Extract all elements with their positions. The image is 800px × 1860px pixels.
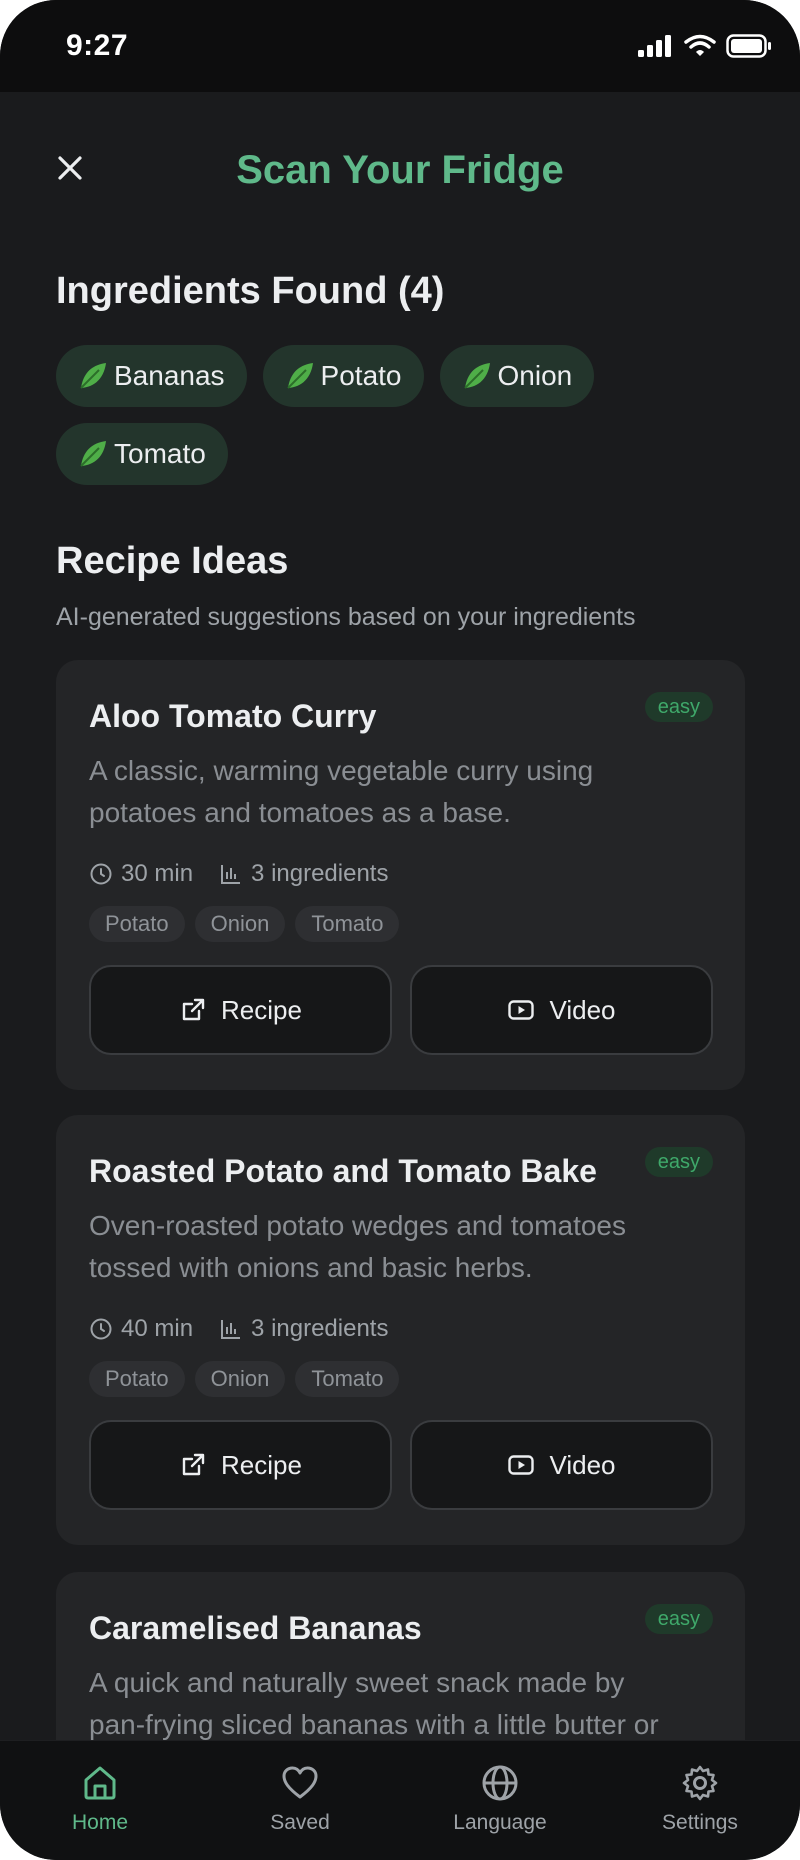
recipe-time-label: 30 min xyxy=(121,860,194,887)
recipe-tags: Potato Onion Tomato xyxy=(89,906,400,942)
recipe-link-button[interactable]: Recipe xyxy=(89,1420,392,1510)
header: Scan Your Fridge xyxy=(0,130,800,210)
recipe-meta: 40 min 3 ingredients xyxy=(89,1315,388,1343)
external-link-icon xyxy=(182,1453,205,1476)
status-bar: 9:27 xyxy=(0,0,800,92)
recipe-meta: 30 min 3 ingredients xyxy=(89,860,388,888)
recipe-time-label: 40 min xyxy=(121,1315,194,1342)
signal-icon xyxy=(638,35,671,57)
recipe-tag: Potato xyxy=(89,1361,185,1397)
bar-chart-icon xyxy=(221,865,241,884)
recipe-description-line: A classic, warming vegetable curry using xyxy=(89,755,594,786)
ingredient-chip-label: Bananas xyxy=(114,360,225,391)
home-icon xyxy=(84,1766,116,1800)
tab-settings[interactable]: Settings xyxy=(610,1763,790,1835)
recipe-description-line: potatoes and tomatoes as a base. xyxy=(89,797,511,828)
leaf-icon xyxy=(76,437,110,471)
recipe-description: Oven-roasted potato wedges and tomatoes … xyxy=(89,1205,719,1289)
page-title: Scan Your Fridge xyxy=(236,147,564,192)
status-time: 9:27 xyxy=(66,29,129,62)
recipe-card[interactable]: Aloo Tomato Curry easy A classic, warmin… xyxy=(56,660,745,1090)
tab-settings-label: Settings xyxy=(662,1811,738,1834)
recipe-card[interactable]: Roasted Potato and Tomato Bake easy Oven… xyxy=(56,1115,745,1545)
recipe-actions: Recipe Video xyxy=(89,965,713,1055)
recipe-title: Caramelised Bananas xyxy=(89,1610,422,1646)
ingredient-chip-tomato[interactable]: Tomato xyxy=(56,423,228,485)
leaf-icon xyxy=(283,359,317,393)
recipe-title: Roasted Potato and Tomato Bake xyxy=(89,1153,597,1189)
recipe-link-button[interactable]: Recipe xyxy=(89,965,392,1055)
recipe-description-line: Oven-roasted potato wedges and tomatoes xyxy=(89,1210,627,1241)
recipe-title: Aloo Tomato Curry xyxy=(89,698,377,734)
ingredient-chip-label: Potato xyxy=(320,360,402,391)
recipe-ingredient-count: 3 ingredients xyxy=(219,860,388,888)
ingredient-chips: Bananas Potato Onion Tomato xyxy=(56,345,756,485)
tab-home[interactable]: Home xyxy=(10,1763,190,1835)
video-button-label: Video xyxy=(549,1449,616,1480)
clock-icon xyxy=(90,863,112,885)
difficulty-badge: easy xyxy=(644,692,713,722)
recipe-ingredient-count-label: 3 ingredients xyxy=(251,860,389,887)
ingredient-chip-onion[interactable]: Onion xyxy=(439,345,595,407)
leaf-icon xyxy=(76,359,110,393)
recipe-tag: Potato xyxy=(89,906,185,942)
leaf-icon xyxy=(460,359,494,393)
recipe-ingredient-count-label: 3 ingredients xyxy=(251,1315,389,1342)
recipe-tag: Tomato xyxy=(295,1361,400,1397)
recipe-button-label: Recipe xyxy=(221,1449,302,1480)
recipe-tag: Onion xyxy=(194,1361,286,1397)
ingredient-chip-bananas[interactable]: Bananas xyxy=(56,345,247,407)
gear-icon xyxy=(682,1765,718,1801)
recipe-tags: Potato Onion Tomato xyxy=(89,1361,400,1397)
bar-chart-icon xyxy=(221,1320,241,1339)
recipe-description-line: A quick and naturally sweet snack made b… xyxy=(89,1667,625,1698)
tab-home-label: Home xyxy=(71,1811,129,1834)
recipe-time: 30 min xyxy=(89,860,193,888)
clock-icon xyxy=(90,1318,112,1340)
recipes-subtitle: AI-generated suggestions based on your i… xyxy=(56,603,636,631)
ingredient-chip-label: Tomato xyxy=(114,438,206,469)
video-button[interactable]: Video xyxy=(410,1420,713,1510)
ingredient-chip-potato[interactable]: Potato xyxy=(262,345,424,407)
ingredient-chip-label: Onion xyxy=(497,360,573,391)
bottom-tab-bar: Home Saved Language Settings xyxy=(0,1740,800,1860)
video-button[interactable]: Video xyxy=(410,965,713,1055)
phone-screen: 9:27 Scan Your Fridge Ingredients Found … xyxy=(0,0,800,1860)
battery-icon xyxy=(726,34,771,58)
ingredients-heading: Ingredients Found (4) xyxy=(56,270,445,312)
recipe-tag: Onion xyxy=(194,906,286,942)
close-button[interactable] xyxy=(50,148,90,188)
difficulty-badge: easy xyxy=(644,1147,713,1177)
close-icon xyxy=(58,156,82,180)
wifi-icon xyxy=(684,34,716,56)
video-button-label: Video xyxy=(549,994,616,1025)
recipe-ingredient-count: 3 ingredients xyxy=(219,1315,388,1343)
globe-icon xyxy=(482,1765,518,1801)
recipe-description: A classic, warming vegetable curry using… xyxy=(89,750,719,834)
recipe-button-label: Recipe xyxy=(221,994,302,1025)
tab-saved-label: Saved xyxy=(270,1811,330,1834)
tab-language-label: Language xyxy=(453,1811,547,1834)
tab-saved[interactable]: Saved xyxy=(210,1763,390,1835)
recipe-description-line: tossed with onions and basic herbs. xyxy=(89,1252,533,1283)
external-link-icon xyxy=(182,998,205,1021)
recipes-heading: Recipe Ideas xyxy=(56,540,289,582)
recipe-description: A quick and naturally sweet snack made b… xyxy=(89,1662,719,1746)
difficulty-badge: easy xyxy=(644,1604,713,1634)
status-icons xyxy=(638,34,772,58)
recipe-tag: Tomato xyxy=(295,906,400,942)
tab-language[interactable]: Language xyxy=(410,1763,590,1835)
recipe-time: 40 min xyxy=(89,1315,193,1343)
recipe-actions: Recipe Video xyxy=(89,1420,713,1510)
video-play-icon xyxy=(508,1000,535,1020)
heart-icon xyxy=(282,1766,318,1799)
video-play-icon xyxy=(508,1455,535,1475)
